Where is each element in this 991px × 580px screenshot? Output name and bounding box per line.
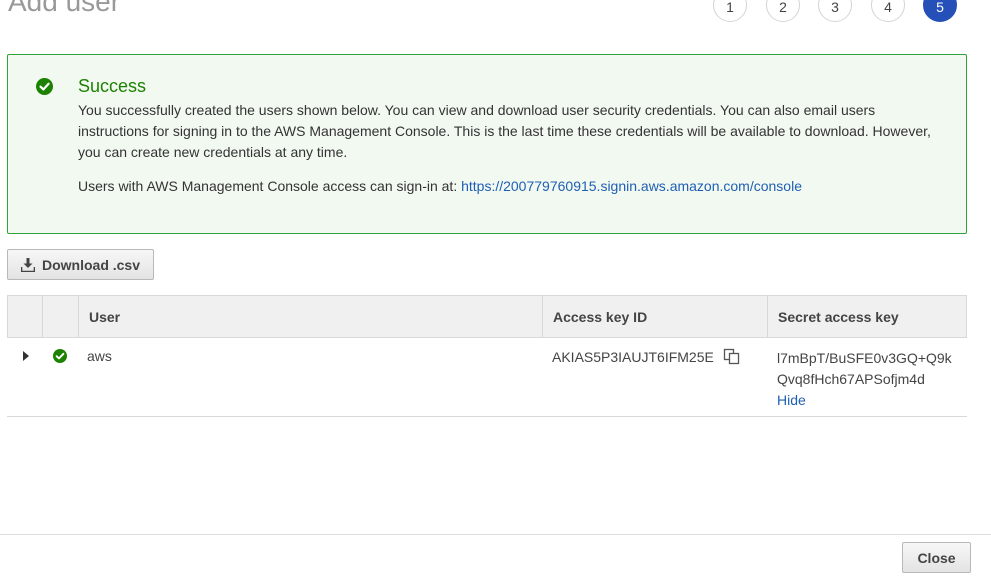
- step-5-current: 5: [923, 0, 957, 22]
- download-csv-label: Download .csv: [41, 256, 141, 273]
- console-access-text: Users with AWS Management Console access…: [78, 178, 462, 194]
- alert-title: Success: [78, 76, 147, 96]
- secret-key-line-2: Qvq8fHch67APSofjm4d: [777, 371, 925, 387]
- step-2[interactable]: 2: [766, 0, 800, 22]
- table-row: aws AKIAS5P3IAUJT6IFM25E l7mBpT/BuSFE0v3…: [7, 338, 967, 417]
- secret-key-line-1: l7mBpT/BuSFE0v3GQ+Q9k: [777, 350, 952, 366]
- page-title: Add user: [8, 0, 121, 17]
- close-button[interactable]: Close: [902, 542, 971, 573]
- expand-row-icon[interactable]: [22, 351, 30, 361]
- success-alert: Success You successfully created the use…: [7, 54, 967, 234]
- user-name: aws: [87, 348, 112, 364]
- users-table: User Access key ID Secret access key aws…: [7, 295, 967, 417]
- header-access-key-id[interactable]: Access key ID: [543, 296, 768, 337]
- download-csv-button[interactable]: Download .csv: [7, 249, 154, 280]
- check-circle-icon: [36, 78, 53, 95]
- header-expand: [8, 296, 43, 337]
- secret-access-key-cell: l7mBpT/BuSFE0v3GQ+Q9k Qvq8fHch67APSofjm4…: [777, 348, 962, 411]
- copy-icon[interactable]: [723, 348, 740, 365]
- console-access-line: Users with AWS Management Console access…: [78, 178, 802, 194]
- header-user[interactable]: User: [79, 296, 543, 337]
- header-secret-access-key[interactable]: Secret access key: [768, 296, 968, 337]
- access-key-id: AKIAS5P3IAUJT6IFM25E: [552, 348, 714, 365]
- hide-secret-link[interactable]: Hide: [777, 392, 806, 408]
- header-status: [43, 296, 79, 337]
- table-header: User Access key ID Secret access key: [7, 295, 967, 338]
- alert-message: You successfully created the users shown…: [78, 102, 931, 160]
- success-check-icon: [53, 349, 67, 363]
- download-icon: [20, 257, 35, 272]
- footer-divider: [0, 534, 991, 535]
- access-key-id-cell: AKIAS5P3IAUJT6IFM25E: [552, 348, 740, 365]
- step-4[interactable]: 4: [871, 0, 905, 22]
- console-signin-link[interactable]: https://200779760915.signin.aws.amazon.c…: [461, 178, 802, 194]
- step-3[interactable]: 3: [818, 0, 852, 22]
- step-1[interactable]: 1: [713, 0, 747, 22]
